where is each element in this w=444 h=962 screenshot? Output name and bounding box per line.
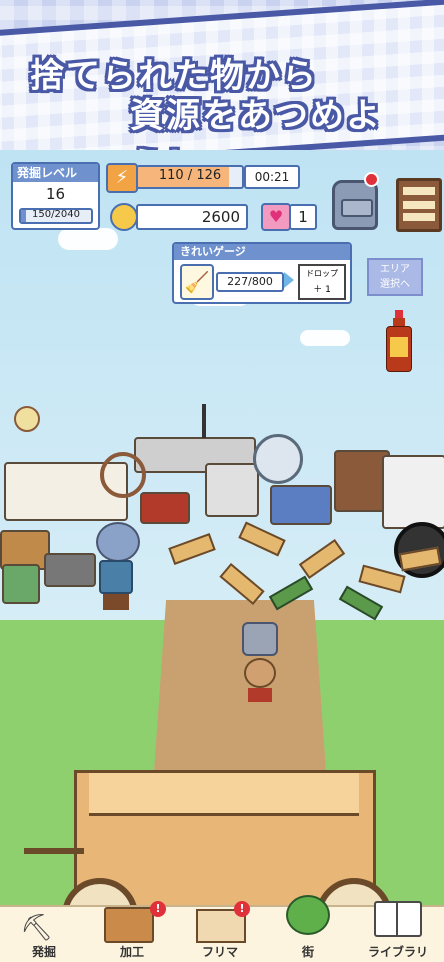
area-select-line2: 選択へ xyxy=(380,279,410,290)
nav-label: 発掘 xyxy=(31,945,56,959)
shelf-row xyxy=(403,201,435,209)
workbench-icon xyxy=(104,907,154,943)
clean-gauge-bar: 227/800 xyxy=(216,272,284,292)
bottom-nav: ⛏ 発掘 ! 加工 ! フリマ 街 ライブラリ xyxy=(0,895,444,962)
nav-label: 加工 xyxy=(119,945,144,959)
energy-timer: 00:21 xyxy=(254,170,290,184)
book-icon xyxy=(374,901,422,937)
bottle-body xyxy=(386,326,412,372)
backpack-button[interactable] xyxy=(332,180,378,230)
drawer-cabinet xyxy=(205,463,259,517)
coin-box: 2600 xyxy=(136,204,248,230)
cloud xyxy=(300,330,350,346)
area-select-line1: エリア xyxy=(380,264,410,275)
cart-rim xyxy=(89,773,359,816)
coin-icon xyxy=(110,203,138,231)
drop-box: ドロップ ＋ 1 xyxy=(298,264,346,300)
shelf-row xyxy=(403,187,435,195)
backpack-pocket xyxy=(341,199,373,217)
nav-label: フリマ xyxy=(201,945,238,959)
shelf-row xyxy=(403,213,435,221)
level-progress-bar: 150/2040 xyxy=(19,208,93,224)
town-icon xyxy=(286,895,330,935)
nav-label: 街 xyxy=(301,945,314,959)
bottle-label xyxy=(390,337,408,357)
broom-icon: 🧹 xyxy=(180,264,214,300)
nav-craft[interactable]: ! 加工 xyxy=(88,901,176,962)
badge-flea-market: ! xyxy=(234,901,250,917)
arrow-right-icon xyxy=(284,272,294,288)
badge-craft: ! xyxy=(150,901,166,917)
heart-icon: ♥ xyxy=(261,203,291,231)
energy-timer-box: 00:21 xyxy=(244,165,300,189)
desk-lamp xyxy=(202,404,236,438)
cloud xyxy=(58,228,118,250)
clean-gauge-panel: きれいゲージ 🧹 227/800 ドロップ ＋ 1 xyxy=(172,242,352,304)
npc-character[interactable] xyxy=(96,522,140,610)
level-progress-text: 150/2040 xyxy=(32,209,80,220)
nav-town[interactable]: 街 xyxy=(264,895,352,962)
clean-gauge-value: 227/800 xyxy=(227,275,273,288)
level-panel[interactable]: 発掘レベル 16 150/2040 xyxy=(11,162,100,230)
energy-value: 110 / 126 xyxy=(158,168,222,183)
nav-dig[interactable]: ⛏ 発掘 xyxy=(0,907,88,962)
energy-bar: 110 / 126 xyxy=(136,165,244,189)
nav-flea-market[interactable]: ! フリマ xyxy=(176,901,264,962)
bottle-cap xyxy=(395,310,403,318)
plank-pile[interactable] xyxy=(160,520,444,621)
clean-gauge-header: きれいゲージ xyxy=(174,244,350,260)
book-stack xyxy=(2,564,40,604)
coin-value: 2600 xyxy=(201,208,240,226)
bottle-neck xyxy=(393,318,405,326)
laptop xyxy=(44,553,96,587)
heart-box: 1 xyxy=(289,204,317,230)
level-header: 発掘レベル xyxy=(13,164,98,182)
shovel-icon: ⛏ xyxy=(20,913,54,943)
shelf-menu-button[interactable] xyxy=(396,178,442,232)
backpack-notification-dot xyxy=(364,172,379,187)
drop-label: ドロップ xyxy=(306,269,338,278)
nav-library[interactable]: ライブラリ xyxy=(352,901,444,962)
cart-handle xyxy=(24,848,84,854)
armchair xyxy=(270,485,332,525)
lamp-sign xyxy=(14,406,40,432)
fan xyxy=(253,434,303,484)
level-value: 16 xyxy=(45,185,66,203)
heart-value: 1 xyxy=(298,208,308,226)
washing-machine xyxy=(382,455,444,529)
area-select-button[interactable]: エリア 選択へ xyxy=(367,258,423,296)
energy-drink-bottle[interactable] xyxy=(386,310,412,372)
player-character[interactable] xyxy=(242,622,278,702)
drop-value: ＋ 1 xyxy=(313,285,331,295)
nav-label: ライブラリ xyxy=(367,945,428,959)
old-wheel xyxy=(100,452,146,498)
energy-icon: ⚡ xyxy=(106,163,138,193)
